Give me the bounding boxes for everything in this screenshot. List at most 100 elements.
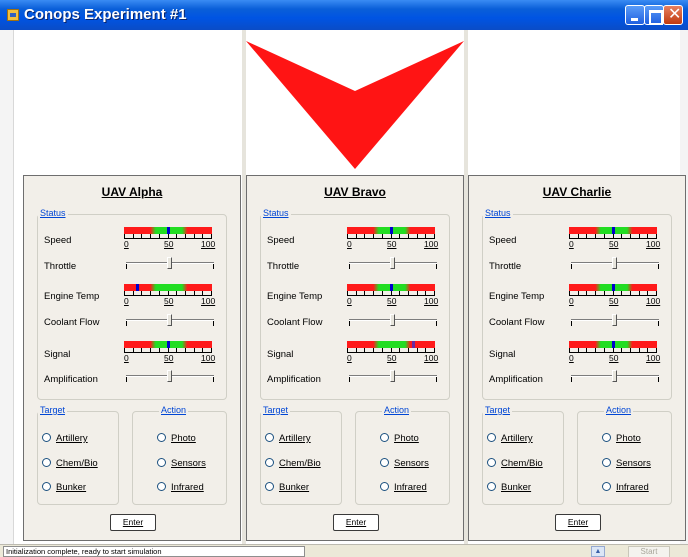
title-bar[interactable]: Conops Experiment #1 ✕ (0, 0, 688, 30)
gauge-scale-label: 100 (424, 296, 439, 306)
target-group-label: Target (38, 405, 68, 415)
slider-end-tick (213, 264, 214, 269)
radio-circle[interactable] (42, 482, 51, 491)
gauge-tick (202, 348, 203, 352)
gauge-tick (391, 291, 392, 295)
gauge-tick (604, 291, 605, 295)
slider-thumb[interactable] (167, 370, 172, 382)
slider-thumb[interactable] (612, 370, 617, 382)
gauge-tick (578, 348, 579, 352)
radio-circle[interactable] (487, 433, 496, 442)
slider-end-tick (213, 321, 214, 326)
slider-thumb[interactable] (167, 257, 172, 269)
gauge-tick (656, 291, 657, 295)
gauge-tick (124, 348, 125, 352)
signal-label: Signal (44, 349, 71, 360)
radio-circle[interactable] (487, 482, 496, 491)
gauge-tick (399, 348, 400, 352)
radio-circle[interactable] (157, 482, 166, 491)
slider-end-tick (571, 321, 572, 326)
gauge-tick (408, 234, 409, 238)
gauge-tick (373, 348, 374, 352)
target-radio-artillery[interactable]: Artillery (487, 433, 533, 444)
signal-label: Signal (489, 349, 516, 360)
amplification-slider[interactable] (571, 370, 659, 382)
gauge-scale-label: 50 (609, 239, 619, 249)
target-radio-bunker[interactable]: Bunker (487, 482, 531, 493)
gauge-tick (586, 291, 587, 295)
radio-circle[interactable] (602, 433, 611, 442)
radio-circle[interactable] (265, 458, 274, 467)
gauge-tick (347, 234, 348, 238)
radio-circle[interactable] (380, 458, 389, 467)
radio-circle[interactable] (380, 482, 389, 491)
action-radio-sensors[interactable]: Sensors (602, 458, 651, 469)
gauge-marker (612, 341, 615, 348)
gauge-tick (168, 291, 169, 295)
radio-circle[interactable] (602, 458, 611, 467)
close-button[interactable]: ✕ (663, 5, 683, 25)
action-radio-infrared[interactable]: Infrared (157, 482, 204, 493)
slider-thumb[interactable] (390, 257, 395, 269)
start-button[interactable]: Start (628, 546, 670, 557)
gauge-tick (194, 348, 195, 352)
target-radio-bunker[interactable]: Bunker (42, 482, 86, 493)
action-radio-photo[interactable]: Photo (380, 433, 419, 444)
target-radio-chem-bio[interactable]: Chem/Bio (487, 458, 543, 469)
app-icon (7, 9, 19, 21)
slider-thumb[interactable] (612, 314, 617, 326)
radio-circle[interactable] (157, 433, 166, 442)
radio-circle[interactable] (265, 433, 274, 442)
target-radio-bunker[interactable]: Bunker (265, 482, 309, 493)
action-radio-infrared[interactable]: Infrared (380, 482, 427, 493)
target-radio-chem-bio[interactable]: Chem/Bio (42, 458, 98, 469)
radio-circle[interactable] (602, 482, 611, 491)
slider-thumb[interactable] (390, 370, 395, 382)
coolant-flow-slider[interactable] (349, 314, 437, 326)
gauge-tick (656, 234, 657, 238)
action-radio-photo[interactable]: Photo (157, 433, 196, 444)
enter-button[interactable]: Enter (555, 514, 601, 531)
action-radio-sensors[interactable]: Sensors (380, 458, 429, 469)
radio-label: Chem/Bio (56, 458, 98, 469)
action-radio-sensors[interactable]: Sensors (157, 458, 206, 469)
target-radio-artillery[interactable]: Artillery (265, 433, 311, 444)
radio-label: Infrared (394, 482, 427, 493)
uav-name: UAV Alpha (101, 185, 163, 199)
amplification-slider[interactable] (349, 370, 437, 382)
gauge-scale-label: 100 (201, 296, 216, 306)
radio-circle[interactable] (42, 458, 51, 467)
throttle-slider[interactable] (126, 257, 214, 269)
gauge-bar (347, 341, 435, 348)
target-radio-chem-bio[interactable]: Chem/Bio (265, 458, 321, 469)
slider-end-tick (349, 264, 350, 269)
coolant-flow-slider[interactable] (571, 314, 659, 326)
radio-circle[interactable] (42, 433, 51, 442)
slider-thumb[interactable] (167, 314, 172, 326)
target-radio-artillery[interactable]: Artillery (42, 433, 88, 444)
gauge-tick (176, 291, 177, 295)
enter-button[interactable]: Enter (110, 514, 156, 531)
gauge-tick (639, 234, 640, 238)
gauge-tick (434, 234, 435, 238)
slider-thumb[interactable] (390, 314, 395, 326)
enter-button[interactable]: Enter (333, 514, 379, 531)
radio-circle[interactable] (487, 458, 496, 467)
throttle-slider[interactable] (571, 257, 659, 269)
speed-label: Speed (44, 235, 72, 246)
radio-circle[interactable] (265, 482, 274, 491)
radio-label: Bunker (279, 482, 310, 493)
scroll-up-button[interactable]: ▲ (591, 546, 605, 557)
radio-circle[interactable] (380, 433, 389, 442)
action-radio-infrared[interactable]: Infrared (602, 482, 649, 493)
slider-thumb[interactable] (612, 257, 617, 269)
action-radio-photo[interactable]: Photo (602, 433, 641, 444)
throttle-slider[interactable] (349, 257, 437, 269)
radio-circle[interactable] (157, 458, 166, 467)
gauge-tick (373, 291, 374, 295)
maximize-button[interactable] (644, 5, 664, 25)
engine-temp-label: Engine Temp (44, 291, 100, 302)
minimize-button[interactable] (625, 5, 645, 25)
amplification-slider[interactable] (126, 370, 214, 382)
coolant-flow-slider[interactable] (126, 314, 214, 326)
